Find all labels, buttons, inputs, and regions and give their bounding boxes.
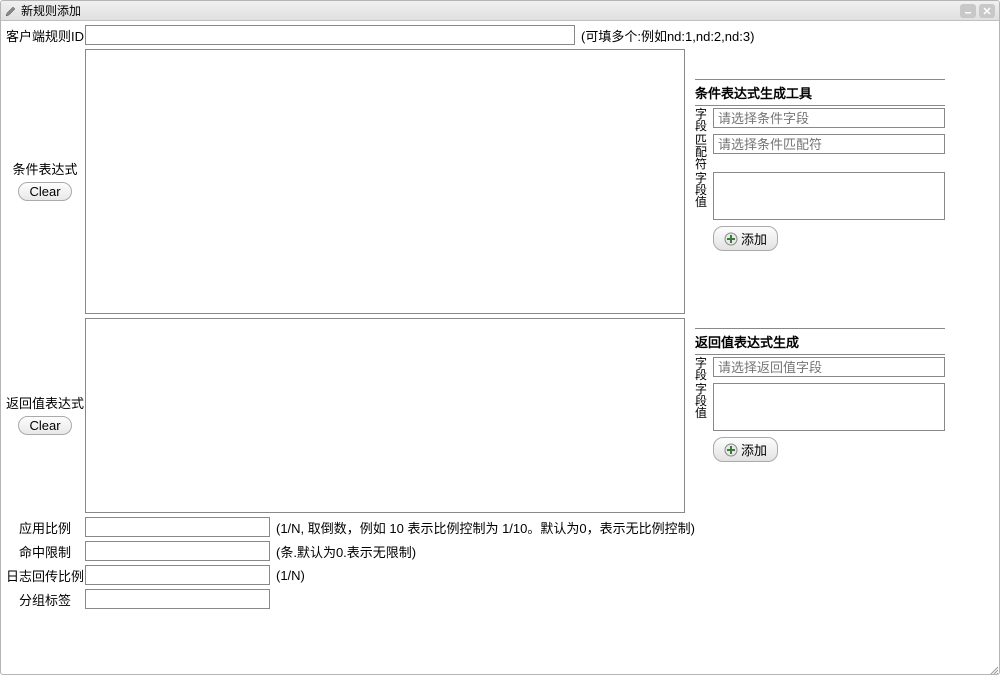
cond-add-button[interactable]: 添加 bbox=[713, 226, 778, 251]
label-group-tag: 分组标签 bbox=[5, 589, 85, 609]
ret-field-label: 字段 bbox=[695, 357, 711, 381]
hint-client-rule-id: (可填多个:例如nd:1,nd:2,nd:3) bbox=[581, 26, 754, 45]
ret-add-label: 添加 bbox=[741, 440, 767, 459]
ret-value-textarea[interactable] bbox=[713, 383, 945, 431]
minimize-button[interactable] bbox=[960, 4, 976, 18]
app-ratio-input[interactable] bbox=[85, 517, 270, 537]
label-log-ratio: 日志回传比例 bbox=[5, 565, 85, 585]
row-group-tag: 分组标签 bbox=[5, 589, 995, 609]
cond-add-label: 添加 bbox=[741, 229, 767, 248]
row-return-expr: 返回值表达式 Clear 返回值表达式生成 字段 字段值 添加 bbox=[5, 318, 995, 513]
row-log-ratio: 日志回传比例 (1/N) bbox=[5, 565, 995, 585]
condition-expr-textarea[interactable] bbox=[85, 49, 685, 314]
row-condition-expr: 条件表达式 Clear 条件表达式生成工具 字段 匹配符 字段值 bbox=[5, 49, 995, 314]
client-rule-id-input[interactable] bbox=[85, 25, 575, 45]
window-title: 新规则添加 bbox=[21, 2, 81, 19]
log-ratio-input[interactable] bbox=[85, 565, 270, 585]
group-tag-input[interactable] bbox=[85, 589, 270, 609]
cond-value-label: 字段值 bbox=[695, 172, 711, 208]
resize-grip[interactable] bbox=[988, 663, 998, 673]
titlebar: 新规则添加 bbox=[1, 1, 999, 21]
ret-value-label: 字段值 bbox=[695, 383, 711, 419]
plus-icon bbox=[724, 232, 738, 246]
label-condition-expr: 条件表达式 bbox=[12, 162, 77, 178]
return-expr-textarea[interactable] bbox=[85, 318, 685, 513]
label-return-expr: 返回值表达式 bbox=[6, 396, 84, 412]
hint-log-ratio: (1/N) bbox=[276, 568, 305, 583]
ret-add-button[interactable]: 添加 bbox=[713, 437, 778, 462]
pencil-icon bbox=[5, 5, 17, 17]
condition-tool-title: 条件表达式生成工具 bbox=[695, 79, 945, 106]
hit-limit-input[interactable] bbox=[85, 541, 270, 561]
cond-value-textarea[interactable] bbox=[713, 172, 945, 220]
row-hit-limit: 命中限制 (条.默认为0.表示无限制) bbox=[5, 541, 995, 561]
cond-field-label: 字段 bbox=[695, 108, 711, 132]
window: 新规则添加 客户端规则ID (可填多个:例如nd:1,nd:2,nd:3) 条件… bbox=[0, 0, 1000, 675]
condition-tool-panel: 条件表达式生成工具 字段 匹配符 字段值 添加 bbox=[695, 49, 945, 314]
clear-return-button[interactable]: Clear bbox=[18, 416, 71, 435]
return-tool-panel: 返回值表达式生成 字段 字段值 添加 bbox=[695, 318, 945, 513]
plus-icon bbox=[724, 443, 738, 457]
clear-condition-button[interactable]: Clear bbox=[18, 182, 71, 201]
row-app-ratio: 应用比例 (1/N, 取倒数，例如 10 表示比例控制为 1/10。默认为0，表… bbox=[5, 517, 995, 537]
label-client-rule-id: 客户端规则ID bbox=[5, 25, 85, 45]
cond-matcher-input[interactable] bbox=[713, 134, 945, 154]
ret-field-input[interactable] bbox=[713, 357, 945, 377]
close-button[interactable] bbox=[979, 4, 995, 18]
label-hit-limit: 命中限制 bbox=[5, 541, 85, 561]
hint-hit-limit: (条.默认为0.表示无限制) bbox=[276, 542, 416, 561]
content-scroll[interactable]: 客户端规则ID (可填多个:例如nd:1,nd:2,nd:3) 条件表达式 Cl… bbox=[1, 21, 999, 675]
label-app-ratio: 应用比例 bbox=[5, 517, 85, 537]
cond-field-input[interactable] bbox=[713, 108, 945, 128]
return-tool-title: 返回值表达式生成 bbox=[695, 328, 945, 355]
row-client-rule-id: 客户端规则ID (可填多个:例如nd:1,nd:2,nd:3) bbox=[5, 25, 995, 45]
hint-app-ratio: (1/N, 取倒数，例如 10 表示比例控制为 1/10。默认为0，表示无比例控… bbox=[276, 518, 695, 537]
cond-matcher-label: 匹配符 bbox=[695, 134, 711, 170]
